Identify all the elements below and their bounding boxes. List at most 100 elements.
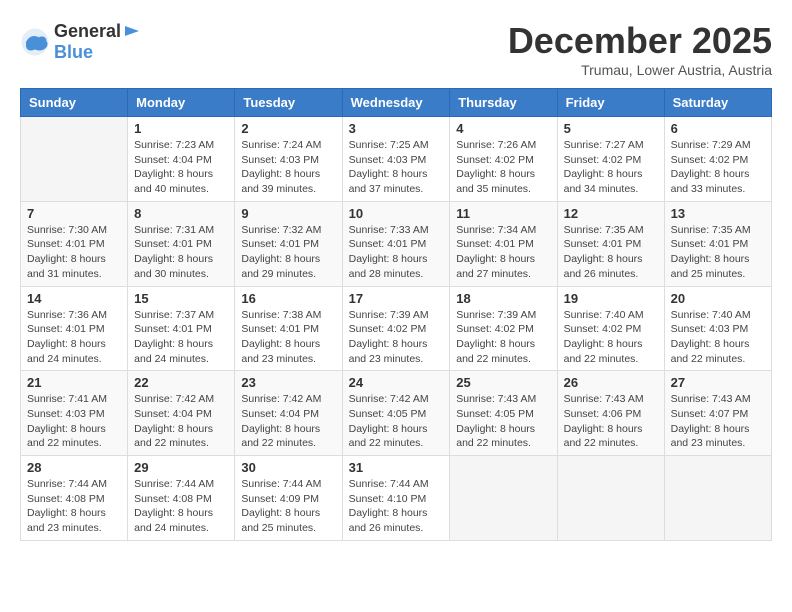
calendar-cell: 27Sunrise: 7:43 AMSunset: 4:07 PMDayligh… bbox=[664, 371, 771, 456]
day-info: Sunrise: 7:42 AMSunset: 4:04 PMDaylight:… bbox=[241, 392, 335, 451]
day-info: Sunrise: 7:30 AMSunset: 4:01 PMDaylight:… bbox=[27, 223, 121, 282]
calendar-cell: 1Sunrise: 7:23 AMSunset: 4:04 PMDaylight… bbox=[128, 117, 235, 202]
calendar-header-row: SundayMondayTuesdayWednesdayThursdayFrid… bbox=[21, 89, 772, 117]
day-info: Sunrise: 7:26 AMSunset: 4:02 PMDaylight:… bbox=[456, 138, 550, 197]
day-number: 6 bbox=[671, 121, 765, 136]
month-title: December 2025 bbox=[508, 20, 772, 62]
weekday-header-wednesday: Wednesday bbox=[342, 89, 450, 117]
calendar-week-row: 14Sunrise: 7:36 AMSunset: 4:01 PMDayligh… bbox=[21, 286, 772, 371]
calendar-cell bbox=[664, 456, 771, 541]
calendar-cell: 5Sunrise: 7:27 AMSunset: 4:02 PMDaylight… bbox=[557, 117, 664, 202]
weekday-header-friday: Friday bbox=[557, 89, 664, 117]
calendar-cell: 2Sunrise: 7:24 AMSunset: 4:03 PMDaylight… bbox=[235, 117, 342, 202]
day-info: Sunrise: 7:44 AMSunset: 4:10 PMDaylight:… bbox=[349, 477, 444, 536]
day-number: 17 bbox=[349, 291, 444, 306]
calendar-cell: 20Sunrise: 7:40 AMSunset: 4:03 PMDayligh… bbox=[664, 286, 771, 371]
weekday-header-thursday: Thursday bbox=[450, 89, 557, 117]
weekday-header-saturday: Saturday bbox=[664, 89, 771, 117]
logo-icon bbox=[20, 27, 50, 57]
day-number: 25 bbox=[456, 375, 550, 390]
calendar-cell: 29 Sunrise: 7:44 AMSunset: 4:08 PMDayligh… bbox=[128, 456, 235, 541]
day-info: Sunrise: 7:42 AMSunset: 4:04 PMDaylight:… bbox=[134, 392, 228, 451]
day-info: Sunrise: 7:29 AMSunset: 4:02 PMDaylight:… bbox=[671, 138, 765, 197]
day-info: Sunrise: 7:35 AMSunset: 4:01 PMDaylight:… bbox=[564, 223, 658, 282]
day-info: Sunrise: 7:39 AMSunset: 4:02 PMDaylight:… bbox=[456, 308, 550, 367]
day-info: Sunrise: 7:43 AMSunset: 4:07 PMDaylight:… bbox=[671, 392, 765, 451]
calendar-week-row: 7 Sunrise: 7:30 AMSunset: 4:01 PMDaylight… bbox=[21, 201, 772, 286]
calendar-cell: 3 Sunrise: 7:25 AMSunset: 4:03 PMDaylight… bbox=[342, 117, 450, 202]
day-number: 14 bbox=[27, 291, 121, 306]
calendar-cell: 10Sunrise: 7:33 AMSunset: 4:01 PMDayligh… bbox=[342, 201, 450, 286]
day-info: Sunrise: 7:35 AMSunset: 4:01 PMDaylight:… bbox=[671, 223, 765, 282]
calendar-cell bbox=[450, 456, 557, 541]
day-number: 19 bbox=[564, 291, 658, 306]
day-number: 21 bbox=[27, 375, 121, 390]
calendar-cell: 4 Sunrise: 7:26 AMSunset: 4:02 PMDaylight… bbox=[450, 117, 557, 202]
day-info: Sunrise: 7:41 AMSunset: 4:03 PMDaylight:… bbox=[27, 392, 121, 451]
day-info: Sunrise: 7:23 AMSunset: 4:04 PMDaylight:… bbox=[134, 138, 228, 197]
calendar-cell: 31 Sunrise: 7:44 AMSunset: 4:10 PMDayligh… bbox=[342, 456, 450, 541]
calendar-cell: 22Sunrise: 7:42 AMSunset: 4:04 PMDayligh… bbox=[128, 371, 235, 456]
day-number: 31 bbox=[349, 460, 444, 475]
day-info: Sunrise: 7:24 AMSunset: 4:03 PMDaylight:… bbox=[241, 138, 335, 197]
calendar-cell: 17 Sunrise: 7:39 AMSunset: 4:02 PMDayligh… bbox=[342, 286, 450, 371]
logo-blue: Blue bbox=[54, 42, 143, 63]
day-number: 7 bbox=[27, 206, 121, 221]
weekday-header-sunday: Sunday bbox=[21, 89, 128, 117]
calendar-cell: 8 Sunrise: 7:31 AMSunset: 4:01 PMDaylight… bbox=[128, 201, 235, 286]
calendar-cell: 19 Sunrise: 7:40 AMSunset: 4:02 PMDayligh… bbox=[557, 286, 664, 371]
day-info: Sunrise: 7:34 AMSunset: 4:01 PMDaylight:… bbox=[456, 223, 550, 282]
day-info: Sunrise: 7:37 AMSunset: 4:01 PMDaylight:… bbox=[134, 308, 228, 367]
day-info: Sunrise: 7:32 AMSunset: 4:01 PMDaylight:… bbox=[241, 223, 335, 282]
day-info: Sunrise: 7:44 AMSunset: 4:08 PMDaylight:… bbox=[134, 477, 228, 536]
day-info: Sunrise: 7:40 AMSunset: 4:02 PMDaylight:… bbox=[564, 308, 658, 367]
calendar-cell: 15 Sunrise: 7:37 AMSunset: 4:01 PMDayligh… bbox=[128, 286, 235, 371]
day-info: Sunrise: 7:44 AMSunset: 4:08 PMDaylight:… bbox=[27, 477, 121, 536]
logo: General Blue bbox=[20, 20, 143, 63]
day-number: 29 bbox=[134, 460, 228, 475]
day-info: Sunrise: 7:44 AMSunset: 4:09 PMDaylight:… bbox=[241, 477, 335, 536]
calendar-cell: 21 Sunrise: 7:41 AMSunset: 4:03 PMDayligh… bbox=[21, 371, 128, 456]
day-info: Sunrise: 7:43 AMSunset: 4:06 PMDaylight:… bbox=[564, 392, 658, 451]
day-info: Sunrise: 7:25 AMSunset: 4:03 PMDaylight:… bbox=[349, 138, 444, 197]
day-number: 30 bbox=[241, 460, 335, 475]
calendar-cell: 6 Sunrise: 7:29 AMSunset: 4:02 PMDaylight… bbox=[664, 117, 771, 202]
calendar-cell: 13Sunrise: 7:35 AMSunset: 4:01 PMDayligh… bbox=[664, 201, 771, 286]
location-subtitle: Trumau, Lower Austria, Austria bbox=[508, 62, 772, 78]
calendar-cell: 25 Sunrise: 7:43 AMSunset: 4:05 PMDayligh… bbox=[450, 371, 557, 456]
weekday-header-tuesday: Tuesday bbox=[235, 89, 342, 117]
day-info: Sunrise: 7:42 AMSunset: 4:05 PMDaylight:… bbox=[349, 392, 444, 451]
day-number: 23 bbox=[241, 375, 335, 390]
logo-arrow-icon bbox=[121, 20, 143, 42]
title-block: December 2025 Trumau, Lower Austria, Aus… bbox=[508, 20, 772, 78]
day-number: 12 bbox=[564, 206, 658, 221]
day-info: Sunrise: 7:39 AMSunset: 4:02 PMDaylight:… bbox=[349, 308, 444, 367]
calendar-week-row: 28 Sunrise: 7:44 AMSunset: 4:08 PMDayligh… bbox=[21, 456, 772, 541]
day-number: 4 bbox=[456, 121, 550, 136]
calendar-cell: 12 Sunrise: 7:35 AMSunset: 4:01 PMDayligh… bbox=[557, 201, 664, 286]
calendar-cell: 30 Sunrise: 7:44 AMSunset: 4:09 PMDayligh… bbox=[235, 456, 342, 541]
calendar-cell: 14Sunrise: 7:36 AMSunset: 4:01 PMDayligh… bbox=[21, 286, 128, 371]
calendar-cell: 11Sunrise: 7:34 AMSunset: 4:01 PMDayligh… bbox=[450, 201, 557, 286]
logo-text-block: General Blue bbox=[54, 20, 143, 63]
day-number: 28 bbox=[27, 460, 121, 475]
day-number: 20 bbox=[671, 291, 765, 306]
weekday-header-monday: Monday bbox=[128, 89, 235, 117]
day-number: 5 bbox=[564, 121, 658, 136]
day-number: 8 bbox=[134, 206, 228, 221]
calendar-week-row: 21 Sunrise: 7:41 AMSunset: 4:03 PMDayligh… bbox=[21, 371, 772, 456]
calendar-cell: 28 Sunrise: 7:44 AMSunset: 4:08 PMDayligh… bbox=[21, 456, 128, 541]
calendar-cell: 9Sunrise: 7:32 AMSunset: 4:01 PMDaylight… bbox=[235, 201, 342, 286]
calendar-table: SundayMondayTuesdayWednesdayThursdayFrid… bbox=[20, 88, 772, 541]
calendar-cell bbox=[21, 117, 128, 202]
day-number: 15 bbox=[134, 291, 228, 306]
day-info: Sunrise: 7:31 AMSunset: 4:01 PMDaylight:… bbox=[134, 223, 228, 282]
calendar-cell: 24Sunrise: 7:42 AMSunset: 4:05 PMDayligh… bbox=[342, 371, 450, 456]
day-info: Sunrise: 7:33 AMSunset: 4:01 PMDaylight:… bbox=[349, 223, 444, 282]
calendar-cell: 16Sunrise: 7:38 AMSunset: 4:01 PMDayligh… bbox=[235, 286, 342, 371]
day-number: 3 bbox=[349, 121, 444, 136]
page-header: General Blue December 2025 Trumau, Lower… bbox=[20, 20, 772, 78]
day-info: Sunrise: 7:43 AMSunset: 4:05 PMDaylight:… bbox=[456, 392, 550, 451]
day-number: 18 bbox=[456, 291, 550, 306]
calendar-cell: 23 Sunrise: 7:42 AMSunset: 4:04 PMDayligh… bbox=[235, 371, 342, 456]
